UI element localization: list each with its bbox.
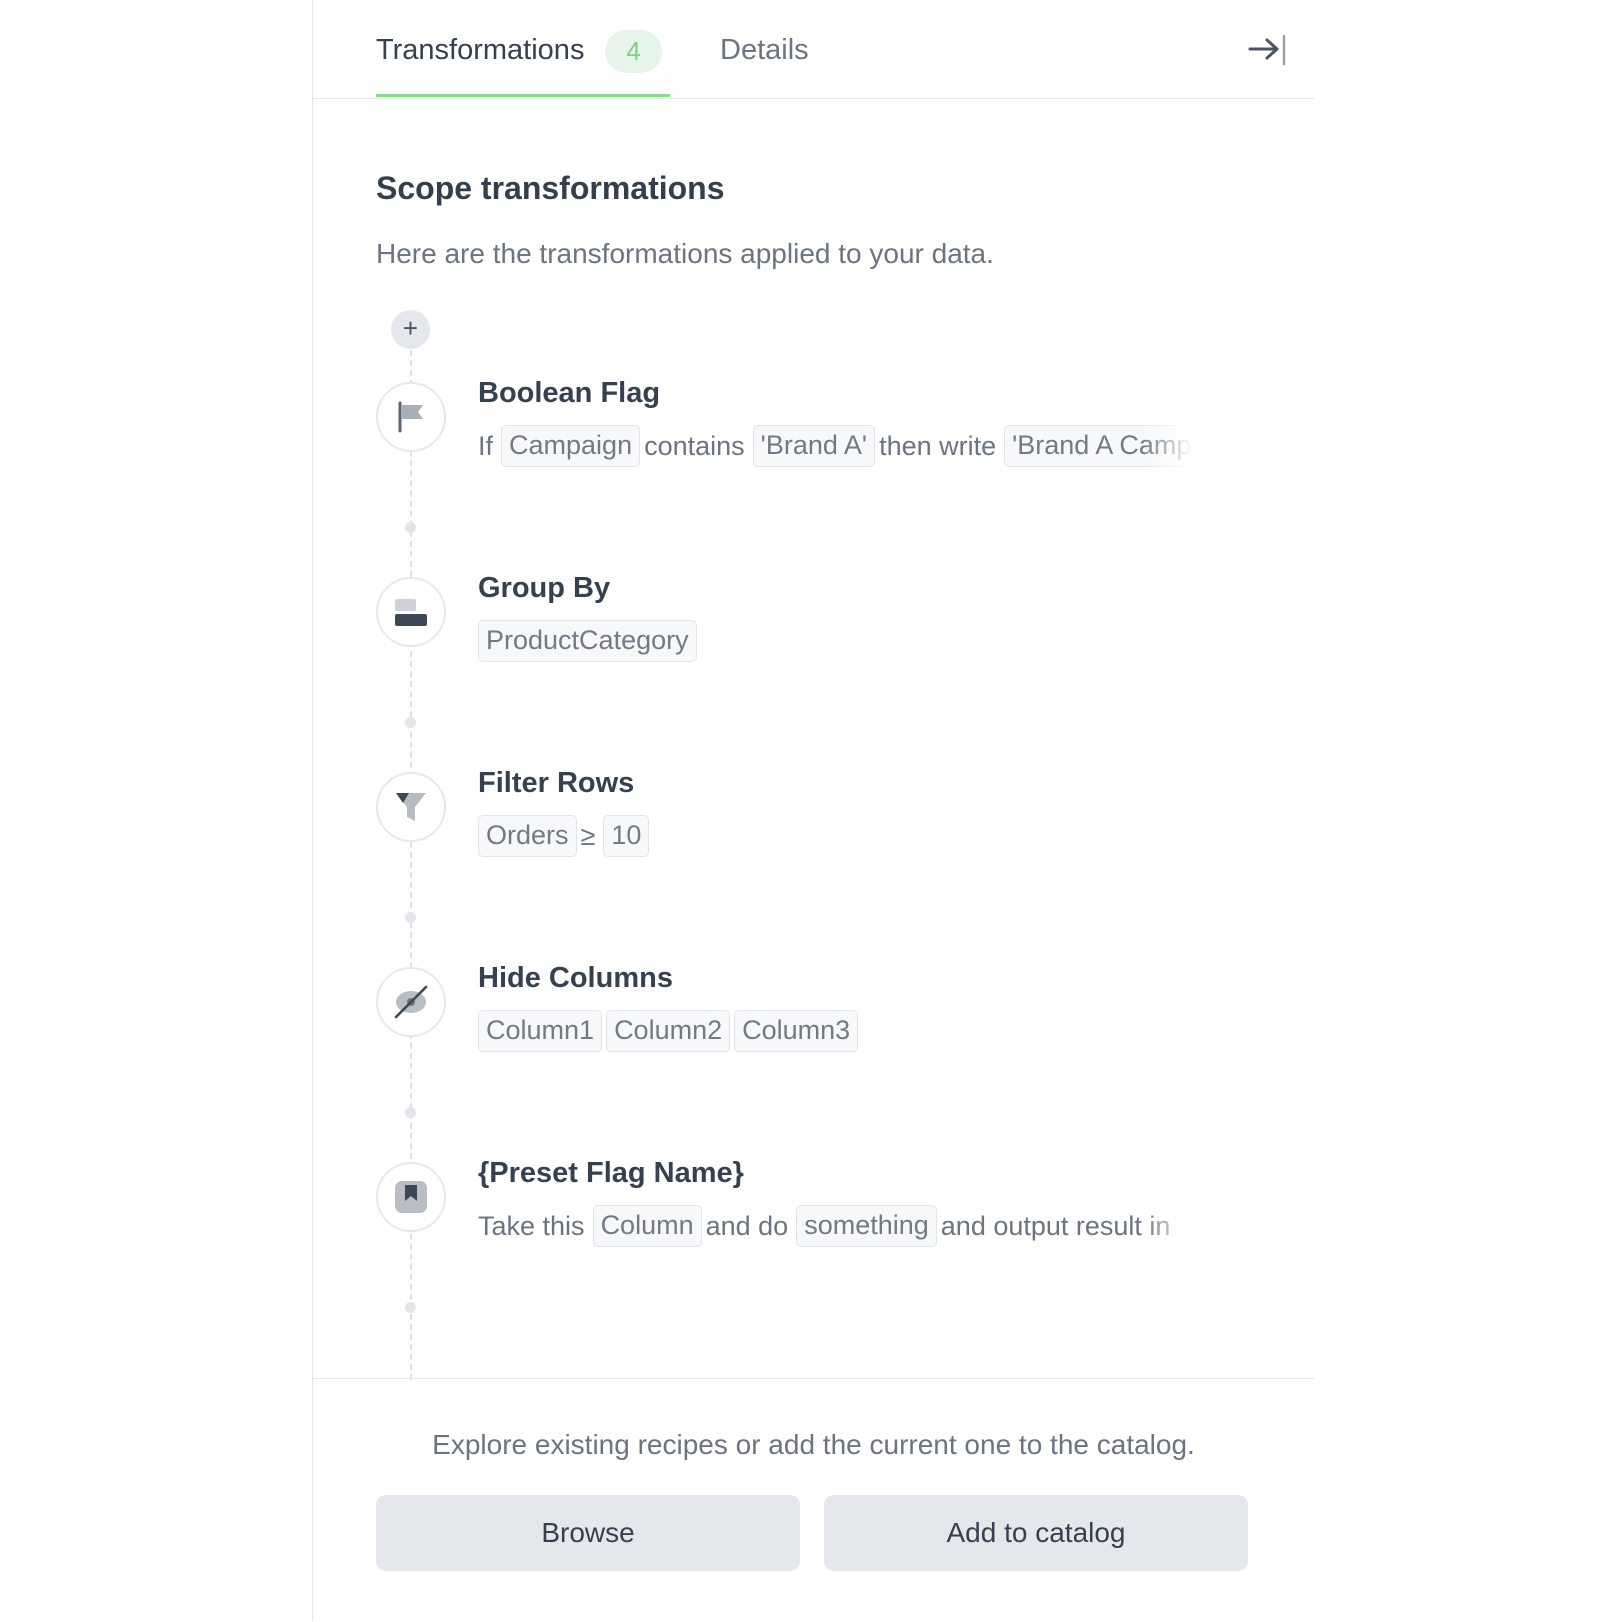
add-to-catalog-button[interactable]: Add to catalog <box>824 1495 1248 1571</box>
section-title: Scope transformations <box>376 170 725 206</box>
step-text: then write <box>879 430 997 461</box>
step-title[interactable]: {Preset Flag Name} <box>478 1157 744 1190</box>
step-text: ≥ <box>580 820 596 851</box>
tab-details[interactable]: Details <box>720 30 820 96</box>
group-by-icon <box>376 577 446 647</box>
timeline-dot <box>405 522 416 533</box>
step-value-chip[interactable]: 'Brand A' <box>752 424 876 467</box>
tab-transformations[interactable]: Transformations 4 <box>376 30 670 97</box>
browse-button[interactable]: Browse <box>376 1495 800 1571</box>
step-value-chip[interactable]: something <box>796 1204 937 1247</box>
step-value-chip[interactable]: Column2 <box>606 1009 731 1052</box>
timeline-dot <box>405 1107 416 1118</box>
step-title[interactable]: Hide Columns <box>478 962 673 995</box>
timeline-dot <box>405 717 416 728</box>
filter-icon <box>376 772 446 842</box>
footer: Explore existing recipes or add the curr… <box>313 1378 1314 1622</box>
step-value-chip[interactable]: 10 <box>603 814 650 857</box>
timeline-dot <box>405 912 416 923</box>
eye-off-icon <box>376 967 446 1037</box>
transformations-count-badge: 4 <box>605 30 662 73</box>
add-transformation-button[interactable]: + <box>391 310 430 349</box>
step-value-chip[interactable]: Orders <box>478 814 577 857</box>
tab-details-label: Details <box>720 34 809 66</box>
transformations-panel: Transformations 4 Details Scope transfor… <box>312 0 1314 1621</box>
step-value-chip[interactable]: ProductCategory <box>478 619 697 662</box>
timeline-dot <box>405 1302 416 1313</box>
step-text: Take this <box>478 1210 585 1241</box>
step-description: Column1 Column2 Column3 <box>478 1007 1193 1053</box>
step-description: ProductCategory <box>478 617 1193 663</box>
bookmark-icon <box>376 1162 446 1232</box>
step-title[interactable]: Filter Rows <box>478 767 634 800</box>
step-text: and do <box>705 1210 789 1241</box>
step-value-chip[interactable]: 'Brand A Campaign' <box>1004 424 1193 467</box>
step-description: Take this Column and do something and output… <box>478 1202 1193 1248</box>
section-subtitle: Here are the transformations applied to … <box>376 238 994 269</box>
step-text: If <box>478 430 494 461</box>
step-text: and output result in <box>940 1210 1171 1241</box>
step-value-chip[interactable]: Column <box>592 1204 702 1247</box>
step-title[interactable]: Group By <box>478 572 610 605</box>
tab-transformations-label: Transformations <box>376 34 585 66</box>
step-value-chip[interactable]: Column1 <box>478 1009 603 1052</box>
step-value-chip[interactable]: Campaign <box>501 424 641 467</box>
step-description: If Campaign contains 'Brand A' then write 'Br… <box>478 422 1193 468</box>
step-value-chip[interactable]: Column3 <box>734 1009 859 1052</box>
tab-bar: Transformations 4 Details <box>313 0 1314 99</box>
step-title[interactable]: Boolean Flag <box>478 377 660 410</box>
collapse-panel-icon[interactable] <box>1248 34 1292 68</box>
step-text: contains <box>644 430 745 461</box>
footer-text: Explore existing recipes or add the curr… <box>432 1429 1195 1460</box>
flag-icon <box>376 382 446 452</box>
step-description: Orders ≥10 <box>478 812 1193 858</box>
